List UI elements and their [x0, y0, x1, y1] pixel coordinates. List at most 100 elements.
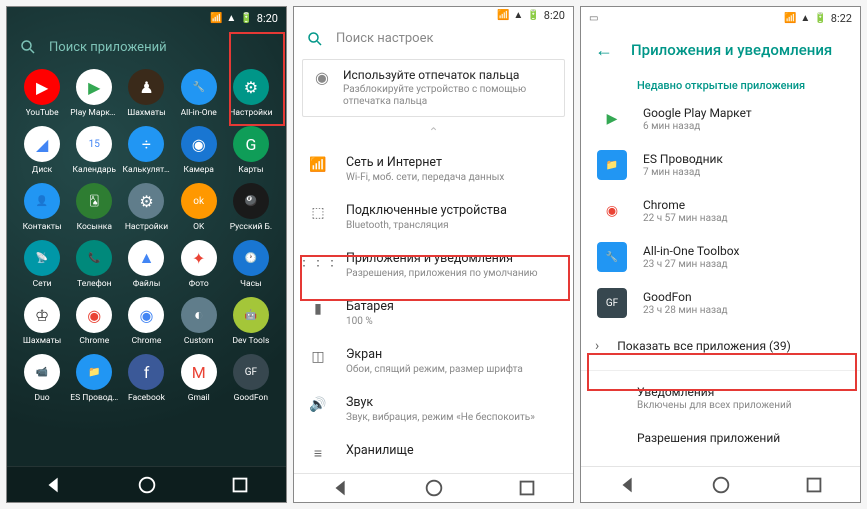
fingerprint-sub: Разблокируйте устройство с помощью отпеч…	[343, 84, 552, 108]
navbar	[294, 473, 573, 502]
app-duo[interactable]: 📹Duo	[17, 354, 67, 403]
app-контакты[interactable]: 👤Контакты	[17, 183, 67, 232]
app-label: Сети	[33, 279, 52, 289]
app-настройки[interactable]: ⚙Настройки	[121, 183, 171, 232]
card-icon: ▭	[589, 13, 598, 24]
nav-home[interactable]	[710, 474, 732, 496]
app-chrome[interactable]: ◉Chrome	[69, 297, 119, 346]
app-icon: ⚙	[128, 183, 164, 219]
app-icon: 🂡	[76, 183, 112, 219]
app-custom[interactable]: ◐Custom	[174, 297, 224, 346]
permissions-row[interactable]: Разрешения приложений	[581, 421, 860, 455]
nav-home[interactable]	[423, 477, 445, 499]
app-косынка[interactable]: 🂡Косынка	[69, 183, 119, 232]
fingerprint-suggestion[interactable]: ◉ Используйте отпечаток пальца Разблокир…	[302, 59, 565, 117]
app-камера[interactable]: ◉Камера	[174, 126, 224, 175]
app-label: GoodFon	[234, 393, 268, 403]
recent-section-title: Недавно открытые приложения	[581, 71, 860, 96]
app-файлы[interactable]: ▲Файлы	[121, 240, 171, 289]
app-icon: G	[233, 126, 269, 162]
notifications-row[interactable]: Уведомления Включены для всех приложений	[581, 375, 860, 421]
app-youtube[interactable]: ▶YouTube	[17, 69, 67, 118]
app-play-маркет[interactable]: ▶ Play Маркет	[69, 69, 119, 118]
app-dev-tools[interactable]: 🤖Dev Tools	[226, 297, 276, 346]
app-icon: ▶	[76, 69, 112, 105]
app-шахматы[interactable]: ♟Шахматы	[121, 69, 171, 118]
statusbar: 📶 ▲ 🔋 8:20	[7, 7, 286, 29]
settings-row-battery[interactable]: ▮Батарея100 %	[294, 289, 573, 337]
app-настройки[interactable]: ⚙Настройки	[226, 69, 276, 118]
app-icon: ◉	[76, 297, 112, 333]
statusbar: 📶 ▲ 🔋 8:20	[294, 7, 573, 25]
settings-row-storage[interactable]: ≡Хранилище	[294, 433, 573, 473]
sound-icon: 🔊	[308, 395, 328, 415]
nav-back[interactable]	[330, 477, 352, 499]
recent-app-all-in-one-toolbox[interactable]: 🔧All-in-One Toolbox23 ч 27 мин назад	[581, 234, 860, 280]
app-фото[interactable]: ✦Фото	[174, 240, 224, 289]
app-русский-б.[interactable]: 🎱Русский Б.	[226, 183, 276, 232]
app-label: ES Проводн.	[70, 393, 118, 403]
nav-back[interactable]	[43, 474, 65, 496]
page-title: Приложения и уведомления	[631, 41, 832, 59]
recent-app-goodfon[interactable]: GFGoodFon23 ч 28 мин назад	[581, 280, 860, 326]
statusbar: ▭ 📶 ▲ 🔋 8:22	[581, 7, 860, 29]
search-icon	[306, 30, 324, 48]
app-телефон[interactable]: 📞Телефон	[69, 240, 119, 289]
app-календарь[interactable]: 15Календарь	[69, 126, 119, 175]
app-сети[interactable]: 📡Сети	[17, 240, 67, 289]
recent-app-google-play-маркет[interactable]: ▶Google Play Маркет6 мин назад	[581, 96, 860, 142]
back-button[interactable]: ←	[595, 40, 613, 61]
nav-back[interactable]	[617, 474, 639, 496]
settings-row-devices[interactable]: ⬚Подключенные устройстваBluetooth, транс…	[294, 193, 573, 241]
app-калькулятор[interactable]: ÷Калькулятор	[121, 126, 171, 175]
app-icon: ⚙	[233, 69, 269, 105]
recent-app-es-проводник[interactable]: 📁ES Проводник7 мин назад	[581, 142, 860, 188]
app-goodfon[interactable]: GFGoodFon	[226, 354, 276, 403]
settings-row-wifi[interactable]: 📶Сеть и ИнтернетWi-Fi, моб. сети, переда…	[294, 145, 573, 193]
app-icon: 🔧	[597, 242, 627, 272]
clock: 8:22	[831, 12, 852, 25]
app-icon: ◉	[597, 196, 627, 226]
app-chrome[interactable]: ◉Chrome	[121, 297, 171, 346]
nav-home[interactable]	[136, 474, 158, 496]
app-icon: f	[128, 354, 164, 390]
nav-recents[interactable]	[229, 474, 251, 496]
fingerprint-title: Используйте отпечаток пальца	[343, 68, 552, 82]
app-шахматы[interactable]: ♔Шахматы	[17, 297, 67, 346]
search-apps[interactable]: Поиск приложений	[7, 29, 286, 65]
app-icon: ▶	[597, 104, 627, 134]
app-label: Play Маркет	[70, 108, 118, 118]
app-all-in-one[interactable]: 🔧All-in-One	[174, 69, 224, 118]
app-icon: ◐	[181, 297, 217, 333]
app-facebook[interactable]: f Facebook	[121, 354, 171, 403]
battery-icon: 🔋	[814, 13, 826, 24]
settings-row-sound[interactable]: 🔊ЗвукЗвук, вибрация, режим «Не беспокоит…	[294, 385, 573, 433]
app-label: Календарь	[73, 165, 117, 175]
app-диск[interactable]: ◢Диск	[17, 126, 67, 175]
app-gmail[interactable]: MGmail	[174, 354, 224, 403]
app-ok[interactable]: okOK	[174, 183, 224, 232]
app-icon: 📞	[76, 240, 112, 276]
app-label: Facebook	[128, 393, 165, 403]
show-all-apps[interactable]: › Показать все приложения (39)	[581, 326, 860, 366]
settings-row-display[interactable]: ◫ЭкранОбои, спящий режим, размер шрифта	[294, 337, 573, 385]
app-icon: 📁	[597, 150, 627, 180]
storage-icon: ≡	[308, 443, 328, 463]
app-es-проводн.[interactable]: 📁ES Проводн.	[69, 354, 119, 403]
collapse-icon[interactable]: ⌃	[294, 125, 573, 139]
recent-app-chrome[interactable]: ◉Chrome22 ч 57 мин назад	[581, 188, 860, 234]
screen-app-drawer: 📶 ▲ 🔋 8:20 Поиск приложений ▶YouTube▶ Pla…	[6, 6, 287, 503]
app-icon: ÷	[128, 126, 164, 162]
app-часы[interactable]: 🕐Часы	[226, 240, 276, 289]
app-icon: 🎱	[233, 183, 269, 219]
search-settings[interactable]: Поиск настроек	[294, 25, 573, 54]
app-label: Диск	[32, 165, 52, 175]
app-карты[interactable]: GКарты	[226, 126, 276, 175]
battery-icon: ▮	[308, 299, 328, 319]
nav-recents[interactable]	[516, 477, 538, 499]
battery-icon: 🔋	[240, 13, 252, 24]
settings-row-apps[interactable]: ⋮⋮⋮Приложения и уведомленияРазрешения, п…	[294, 241, 573, 289]
show-all-label: Показать все приложения (39)	[617, 339, 791, 353]
nav-recents[interactable]	[803, 474, 825, 496]
signal-icon: 📶	[497, 10, 509, 21]
